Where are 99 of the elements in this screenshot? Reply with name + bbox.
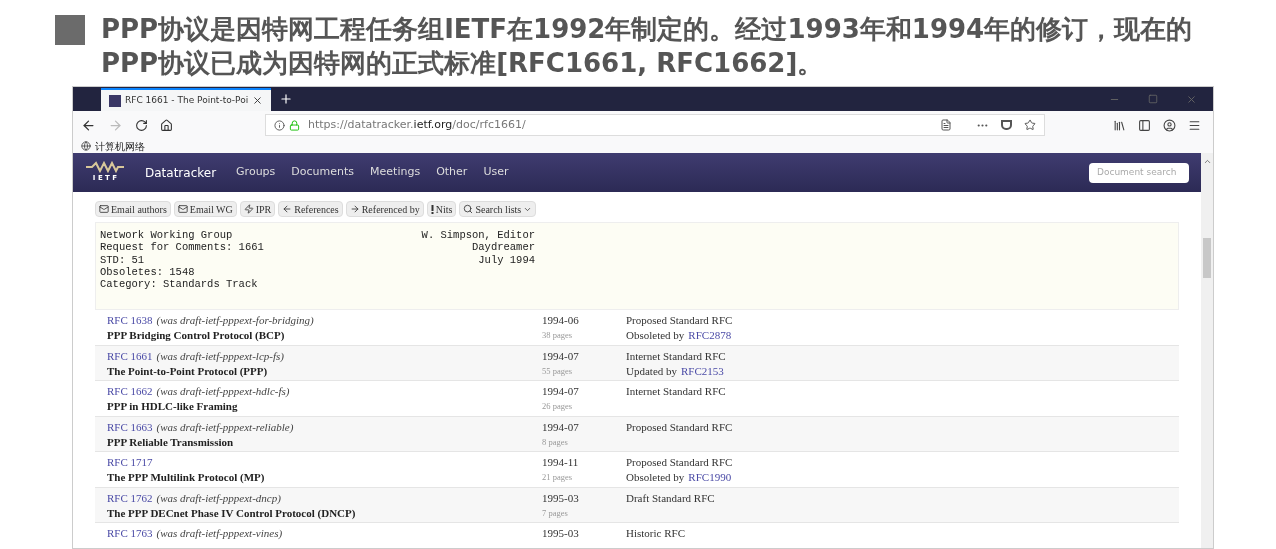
rfc-date: 1994-07 <box>542 348 580 364</box>
rfc-title: PPP Bridging Control Protocol (BCP) <box>107 328 286 343</box>
nav-link[interactable]: Documents <box>291 164 355 181</box>
page-count: 8 pages <box>542 435 569 449</box>
rfc-note: Obsoleted by <box>626 470 685 485</box>
page-count: 21 pages <box>542 471 573 484</box>
rfc-link[interactable]: RFC 1762 <box>107 490 153 506</box>
rfc-date: 1995-03 <box>542 490 580 506</box>
page-count: 55 pages <box>542 364 573 378</box>
action-button[interactable]: Nits <box>426 201 457 217</box>
rfc-date: 1995-03 <box>542 526 580 541</box>
rfc-link[interactable]: RFC 1638 <box>107 313 153 328</box>
mail-icon <box>177 204 188 214</box>
rfc-link[interactable]: RFC 1717 <box>107 455 153 470</box>
lock-icon <box>289 119 300 131</box>
rfc-date: 1994-11 <box>542 455 580 470</box>
rfc-title: The PPP DECnet Phase IV Control Protocol (DNCP) <box>107 505 357 521</box>
star-icon[interactable] <box>1024 119 1036 131</box>
nav-link[interactable]: Meetings <box>370 164 421 181</box>
slide-heading: PPP协议是因特网工程任务组IETF在1992年制定的。经过1993年和1994年的修订，现在的PPP协议已成为因特网的正式标准[RFC1661, RFC1662]。 <box>101 13 1194 80</box>
rfc-link[interactable]: RFC 1763 <box>107 526 153 541</box>
address-bar[interactable]: https://datatracker.ietf.org/doc/rfc1661/ <box>265 114 1045 136</box>
pocket-icon[interactable] <box>1001 120 1012 130</box>
nav-link[interactable]: User <box>483 164 509 181</box>
header-line: W. Simpson, Editor <box>421 229 535 242</box>
header-line: July 1994 <box>478 253 535 266</box>
header-line: STD: 51 <box>100 253 146 266</box>
rfc-note: Updated by <box>626 363 677 379</box>
bolt-icon <box>243 204 254 214</box>
action-button[interactable]: References <box>278 201 343 217</box>
scroll-thumb[interactable] <box>1203 238 1211 278</box>
rfc-link[interactable]: RFC1990 <box>688 470 732 485</box>
rfc-note: Obsoleted by <box>626 328 685 343</box>
rfc-link[interactable]: RFC 1662 <box>107 384 153 399</box>
back-icon[interactable] <box>81 117 96 133</box>
action-button[interactable]: Referenced by <box>345 201 424 217</box>
info-icon[interactable] <box>274 119 285 131</box>
bullet-square <box>55 15 85 45</box>
action-button[interactable]: Email authors <box>95 201 171 217</box>
rfc-title: PPP in HDLC-like Framing <box>107 399 239 414</box>
rfc-status: Draft Standard RFC <box>626 490 715 506</box>
home-icon[interactable] <box>160 118 173 132</box>
rfc-status: Internet Standard RFC <box>626 348 726 364</box>
rfc-status: Proposed Standard RFC <box>626 419 733 435</box>
draft-name: (was draft-ietf-pppext-for-bridging) <box>156 313 314 328</box>
reader-view-icon[interactable] <box>940 119 952 131</box>
browser-tab[interactable]: RFC 1661 - The Point-to-Poi <box>101 88 272 111</box>
rfc-title: PPP Reliable Transmission <box>107 434 235 450</box>
header-line: Daydreamer <box>472 241 535 254</box>
header-line: Category: Standards Track <box>100 278 259 291</box>
arrow-right-icon <box>349 204 360 214</box>
header-line: Obsoletes: 1548 <box>100 265 196 279</box>
scrollbar[interactable] <box>1201 153 1213 548</box>
draft-name: (was draft-ietf-pppext-vines) <box>156 526 283 541</box>
menu-icon[interactable] <box>1188 118 1201 132</box>
sidebar-icon[interactable] <box>1138 118 1151 132</box>
exclamation-icon <box>430 204 434 214</box>
page-count: 38 pages <box>542 329 573 342</box>
close-tab-icon[interactable] <box>252 95 264 106</box>
bookmark-item[interactable]: 计算机网络 <box>95 138 145 154</box>
library-icon[interactable] <box>1113 118 1126 132</box>
rfc-date: 1994-06 <box>542 313 580 328</box>
globe-icon <box>81 141 91 151</box>
rfc-date: 1994-07 <box>542 419 580 435</box>
rfc-status: Historic RFC <box>626 526 685 541</box>
account-icon[interactable] <box>1163 118 1176 132</box>
rfc-date: 1994-07 <box>542 384 580 399</box>
nav-link[interactable]: Groups <box>236 164 276 181</box>
brand-link[interactable]: Datatracker <box>145 163 217 182</box>
action-button[interactable]: Email WG <box>173 201 237 217</box>
nav-link[interactable]: Other <box>436 164 468 181</box>
draft-name: (was draft-ietf-pppext-lcp-fs) <box>156 348 284 364</box>
favicon-icon <box>109 94 121 107</box>
close-icon[interactable] <box>1186 94 1197 105</box>
rfc-status: Proposed Standard RFC <box>626 455 733 470</box>
search-icon <box>463 204 474 214</box>
page-count: 7 pages <box>542 506 569 520</box>
url-text: https://datatracker.ietf.org/doc/rfc1661/ <box>308 116 526 133</box>
action-button[interactable]: Search lists <box>459 201 537 217</box>
draft-name: (was draft-ietf-pppext-hdlc-fs) <box>156 384 290 399</box>
reload-icon[interactable] <box>135 118 148 132</box>
rfc-link[interactable]: RFC 1663 <box>107 419 153 435</box>
action-button[interactable]: IPR <box>239 201 276 217</box>
scroll-up-icon[interactable] <box>1202 157 1212 166</box>
rfc-status: Proposed Standard RFC <box>626 313 733 328</box>
rfc-status: Internet Standard RFC <box>626 384 726 399</box>
arrow-left-icon <box>282 204 293 214</box>
rfc-title: The PPP Multilink Protocol (MP) <box>107 470 266 485</box>
rfc-link[interactable]: RFC 1661 <box>107 348 153 364</box>
draft-name: (was draft-ietf-pppext-dncp) <box>156 490 281 506</box>
draft-name: (was draft-ietf-pppext-reliable) <box>156 419 294 435</box>
new-tab-icon[interactable] <box>279 92 294 106</box>
header-line: Request for Comments: 1661 <box>100 241 265 254</box>
rfc-title: The Point-to-Point Protocol (PPP) <box>107 363 269 379</box>
rfc-link[interactable]: RFC2878 <box>688 328 732 343</box>
mail-icon <box>99 204 109 214</box>
logo-wave-icon <box>86 161 124 174</box>
page-count: 26 pages <box>542 400 573 413</box>
rfc-link[interactable]: RFC2153 <box>681 363 724 379</box>
